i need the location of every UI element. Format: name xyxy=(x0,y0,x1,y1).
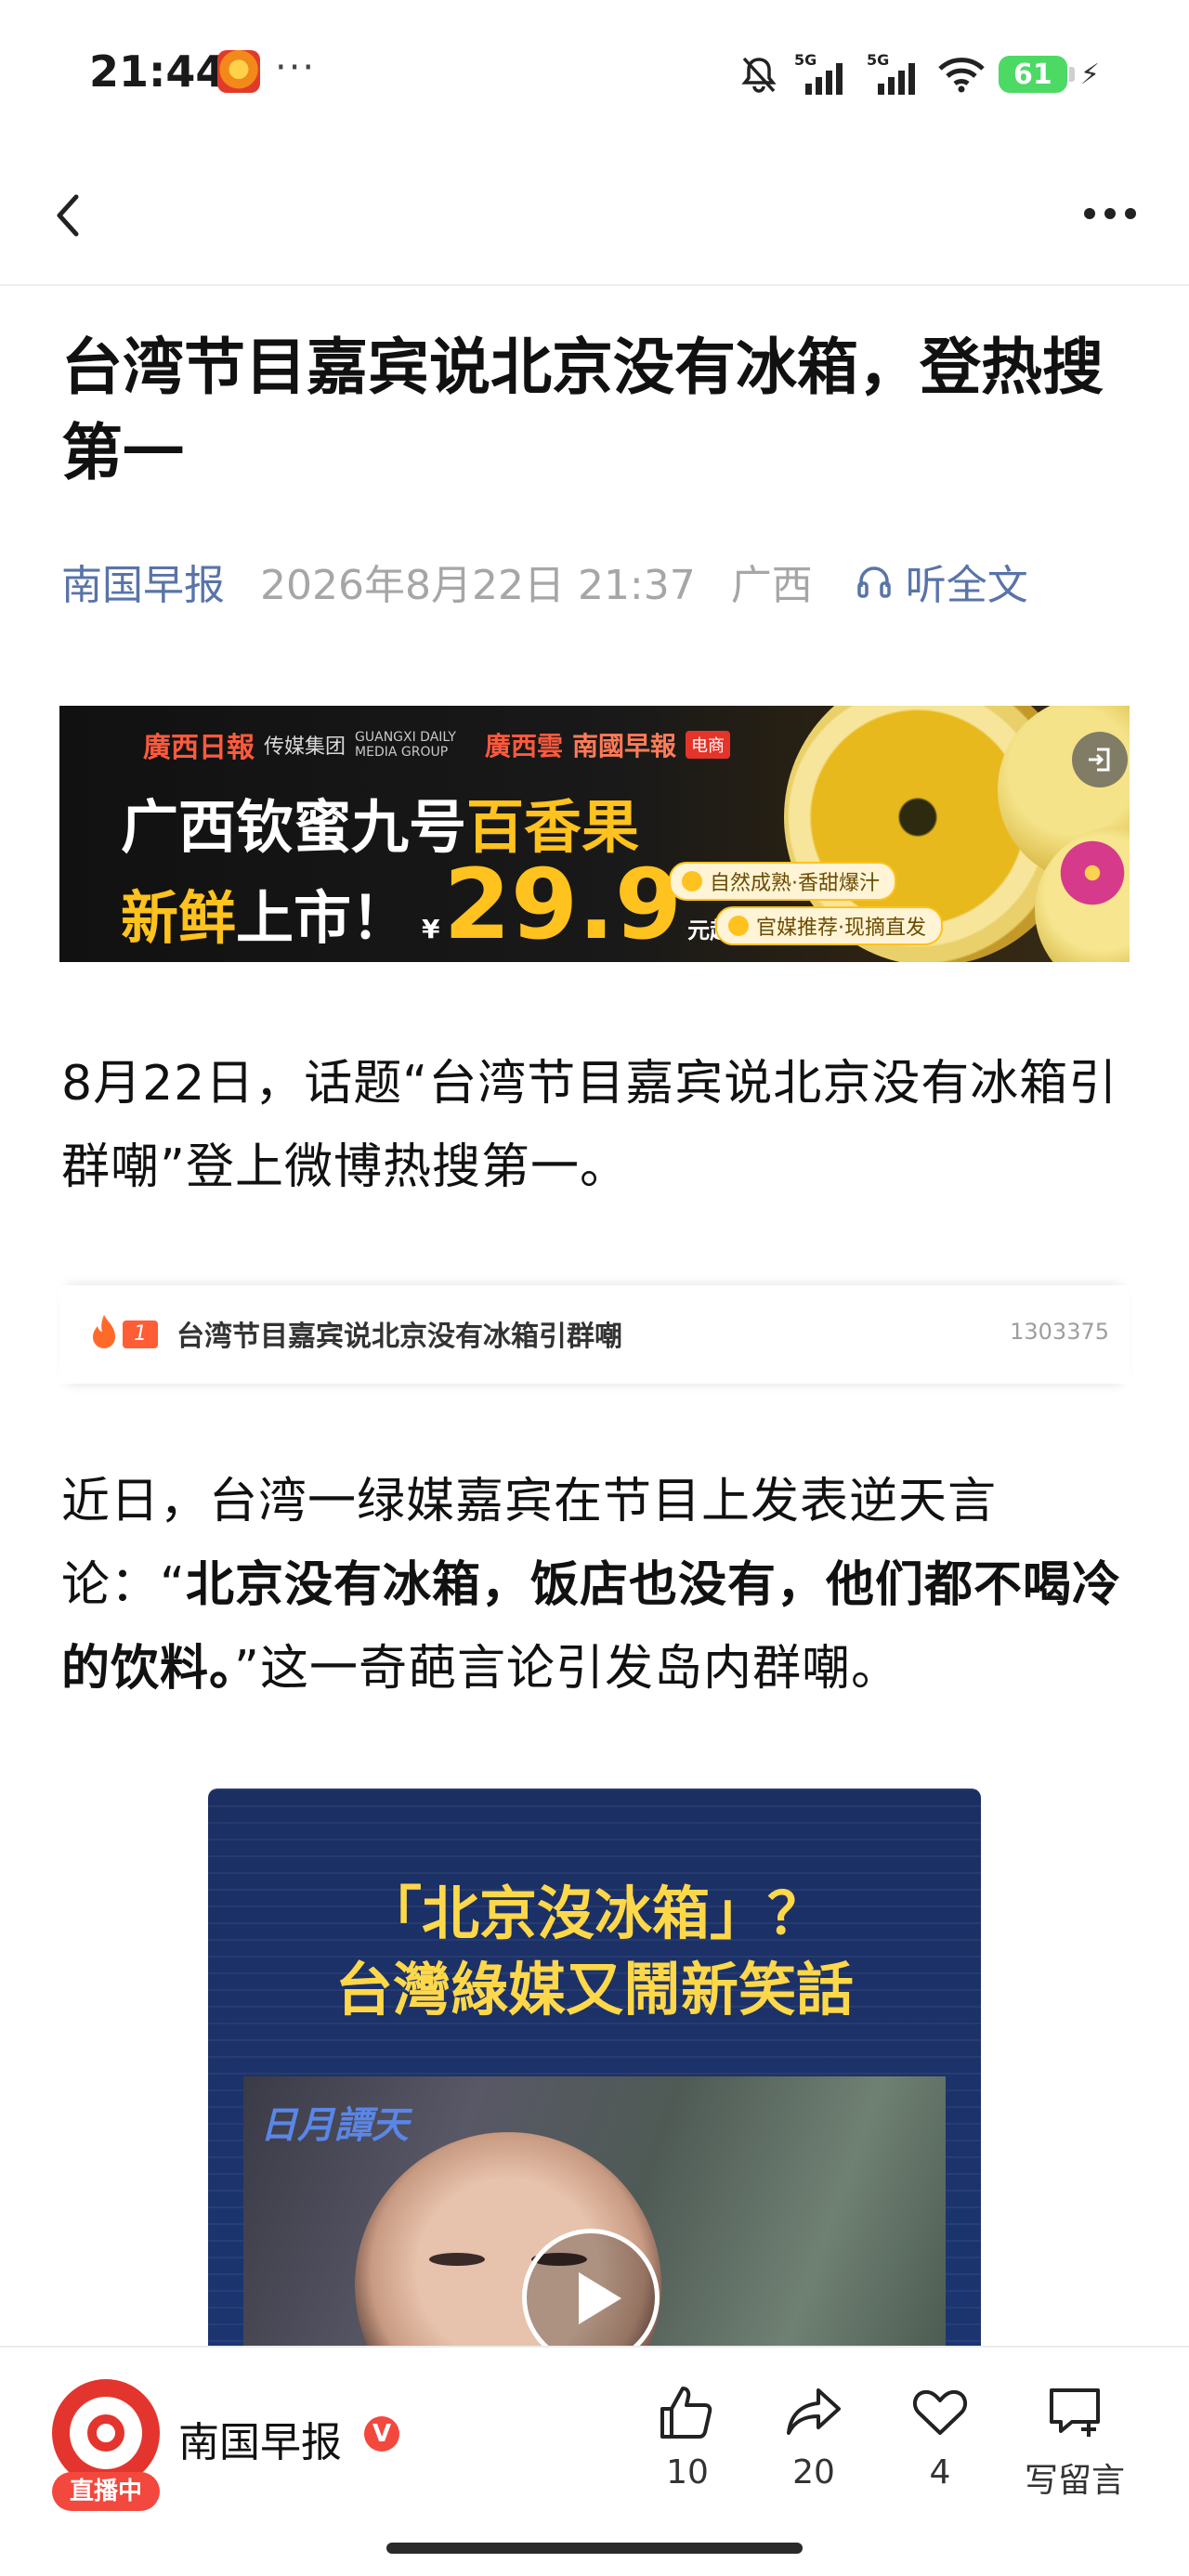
verified-badge: V xyxy=(364,2416,399,2452)
video-headline: 台灣綠媒又鬧新笑話 xyxy=(334,1956,854,2023)
more-dots-icon xyxy=(1084,208,1095,219)
thumbs-up-icon xyxy=(660,2387,712,2439)
ad-brand2: 廣西雲 xyxy=(485,731,564,761)
signal-icon: 5G xyxy=(867,52,915,95)
ad-tag-label: 自然成熟·香甜爆汁 xyxy=(710,872,880,895)
battery-icon: 61 xyxy=(998,56,1075,93)
home-indicator[interactable] xyxy=(386,2543,803,2554)
live-badge[interactable]: 直播中 xyxy=(52,2472,160,2511)
nav-bar xyxy=(0,139,1189,286)
write-comment-button[interactable]: 写留言 xyxy=(1014,2381,1135,2502)
ad-brand3: 南國早報 xyxy=(572,731,677,761)
ad-tag: 自然成熟·香甜爆汁 xyxy=(669,862,896,901)
article-date: 2026年8月22日 21:37 xyxy=(260,562,696,609)
article-paragraph: 近日，台湾一绿媒嘉宾在节目上发表逆天言论：“北京没有冰箱，饭店也没有，他们都不喝… xyxy=(61,1460,1130,1711)
check-icon xyxy=(728,916,749,936)
ad-brand-group: 传媒集团 xyxy=(264,735,346,759)
status-time: 21:44 xyxy=(89,46,226,97)
back-button[interactable] xyxy=(37,176,111,251)
account-name[interactable]: 南国早报 xyxy=(178,2409,342,2468)
ad-exit-button[interactable] xyxy=(1072,732,1128,787)
ad-on-market: 上市！ xyxy=(236,884,410,952)
paragraph-text: ”这一奇葩言论引发岛内群嘲。 xyxy=(234,1641,900,1697)
ad-tag-label: 官媒推荐·现摘直发 xyxy=(756,917,926,940)
flower-image xyxy=(1055,836,1130,910)
network-label-2: 5G xyxy=(867,52,889,69)
account-logo-icon xyxy=(87,2414,124,2452)
ad-brand-logo: 廣西日報 xyxy=(143,732,255,764)
more-button[interactable] xyxy=(1068,176,1152,251)
ad-brand-logos: 廣西日報 传媒集团 GUANGXI DAILY MEDIA GROUP 廣西雲 … xyxy=(143,724,731,765)
exit-icon xyxy=(1089,748,1110,772)
hot-search-count: 1303375 xyxy=(1010,1319,1109,1345)
like-button[interactable]: 10 xyxy=(632,2381,743,2491)
hot-search-rank: 1 xyxy=(123,1321,158,1348)
video-headline: 「北京沒冰箱」？ xyxy=(363,1880,825,1947)
ad-headline-white: 广西钦蜜九号 xyxy=(121,793,467,861)
article-meta: 南国早报 2026年8月22日 21:37 广西 听全文 xyxy=(61,553,1028,609)
status-more: ··· xyxy=(275,46,317,89)
share-icon xyxy=(787,2388,841,2435)
like-count: 10 xyxy=(666,2453,709,2491)
ad-fresh: 新鲜 xyxy=(121,884,237,952)
hot-search-title: 台湾节目嘉宾说北京没有冰箱引群嘲 xyxy=(176,1321,622,1353)
share-count: 20 xyxy=(792,2453,835,2491)
ad-currency: ¥ xyxy=(422,914,440,944)
article-paragraph: 8月22日，话题“台湾节目嘉宾说北京没有冰箱引群嘲”登上微博热搜第一。 xyxy=(61,1056,1118,1195)
signal-icon: 5G xyxy=(794,52,843,95)
article-title: 台湾节目嘉宾说北京没有冰箱，登热搜第一 xyxy=(61,332,1104,488)
article-region: 广西 xyxy=(730,562,813,609)
video-program-logo: 日月譚天 xyxy=(260,2104,409,2147)
status-icons: 5G 5G 61 ⚡ xyxy=(738,46,1100,102)
ad-tag: 官媒推荐·现摘直发 xyxy=(715,906,943,945)
wifi-icon xyxy=(938,58,985,93)
chevron-left-icon xyxy=(57,194,79,237)
ad-price-line: 新鲜 上市！ ¥29.9 元起 xyxy=(121,856,732,955)
network-label-1: 5G xyxy=(794,52,817,69)
listen-full-label: 听全文 xyxy=(905,562,1028,609)
mute-icon xyxy=(741,57,777,93)
comment-add-icon xyxy=(1050,2388,1100,2437)
avatar[interactable] xyxy=(52,2379,160,2487)
battery-level: 61 xyxy=(1013,58,1052,91)
heart-icon xyxy=(912,2389,968,2435)
favorite-button[interactable]: 4 xyxy=(884,2381,996,2491)
hot-search-card[interactable]: 1 台湾节目嘉宾说北京没有冰箱引群嘲 1303375 xyxy=(59,1285,1130,1384)
headphones-icon xyxy=(857,566,891,598)
ad-price: 29.9 xyxy=(443,848,683,961)
ad-brand-en: GUANGXI DAILY MEDIA GROUP xyxy=(355,730,456,760)
favorite-count: 4 xyxy=(929,2453,951,2491)
share-button[interactable]: 20 xyxy=(758,2381,869,2491)
app-notification-icon xyxy=(217,50,260,93)
write-comment-label: 写留言 xyxy=(1024,2462,1125,2500)
status-bar: 21:44 ··· 5G 5G 61 ⚡ xyxy=(0,0,1189,139)
ad-brand-badge: 电商 xyxy=(686,731,731,759)
listen-full-button[interactable]: 听全文 xyxy=(856,552,1028,611)
flame-icon xyxy=(93,1315,115,1348)
bottom-action-bar: 直播中 南国早报 V 10 20 4 写留言 xyxy=(0,2346,1189,2576)
video-player[interactable]: 「北京沒冰箱」？ 台灣綠媒又鬧新笑話 日月譚天 xyxy=(208,1789,981,2346)
ad-banner[interactable]: 廣西日報 传媒集团 GUANGXI DAILY MEDIA GROUP 廣西雲 … xyxy=(59,706,1130,962)
article-source-link[interactable]: 南国早报 xyxy=(61,552,225,611)
check-icon xyxy=(682,871,702,891)
charging-icon: ⚡ xyxy=(1079,58,1100,91)
